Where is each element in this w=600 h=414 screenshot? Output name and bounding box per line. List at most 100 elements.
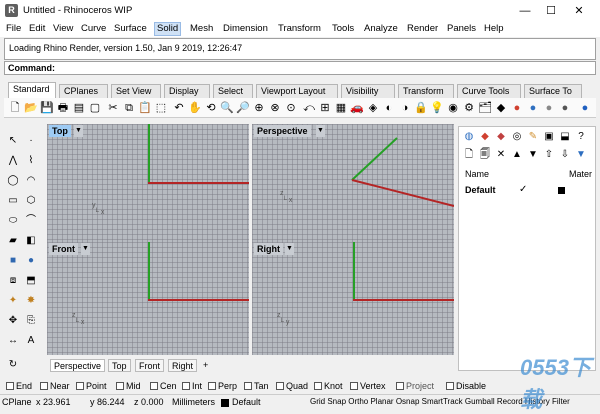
tab-viewport-layout[interactable]: Viewport Layout: [256, 84, 338, 98]
analyze-icon[interactable]: ↻: [6, 358, 20, 372]
rendered-view-icon[interactable]: ◑: [398, 101, 412, 115]
render-options-icon[interactable]: ⚙: [462, 101, 476, 115]
viewport-right[interactable]: Right ▼ z └ y: [252, 242, 454, 355]
zoom-extents-icon[interactable]: ⊕: [252, 101, 266, 115]
help-icon[interactable]: ●: [578, 101, 592, 115]
move-up-parent-icon[interactable]: ⇧: [543, 149, 555, 161]
osnap-project[interactable]: Project: [396, 381, 434, 391]
osnap-knot[interactable]: Knot: [314, 381, 343, 391]
tab-visibility[interactable]: Visibility: [341, 84, 395, 98]
osnap-mid[interactable]: Mid: [116, 381, 141, 391]
osnap-perp[interactable]: Perp: [208, 381, 237, 391]
polyline-icon[interactable]: ⋀: [6, 154, 20, 168]
text-tool-icon[interactable]: A: [24, 334, 38, 348]
tab-standard[interactable]: Standard: [8, 82, 56, 98]
menu-transform[interactable]: Transform: [277, 23, 322, 34]
viewport-front[interactable]: Front ▼ z └ x: [47, 242, 249, 355]
zoom-icon[interactable]: 🔍: [220, 101, 234, 115]
menu-render[interactable]: Render: [406, 23, 439, 34]
move-icon[interactable]: ✥: [6, 314, 20, 328]
viewport-perspective[interactable]: Perspective ▼ z └ x: [252, 124, 454, 242]
undo-view-icon[interactable]: ⤺: [302, 101, 316, 115]
environment-icon[interactable]: ●: [526, 101, 540, 115]
menu-curve[interactable]: Curve: [80, 23, 107, 34]
cut-icon[interactable]: ✂: [106, 101, 120, 115]
arc-icon[interactable]: ◠: [24, 174, 38, 188]
help-panel-icon[interactable]: ?: [575, 131, 587, 143]
material-icon[interactable]: ◆: [494, 101, 508, 115]
copy-tool-icon[interactable]: ⎘: [24, 314, 38, 328]
grey-sphere-icon[interactable]: ●: [558, 101, 572, 115]
move-down-parent-icon[interactable]: ⇩: [559, 149, 571, 161]
import-icon[interactable]: ▤: [72, 101, 86, 115]
current-layer-check-icon[interactable]: ✓: [519, 184, 527, 195]
tab-curve-tools[interactable]: Curve Tools: [457, 84, 521, 98]
libraries-icon[interactable]: ▣: [543, 131, 555, 143]
rotate-view-icon[interactable]: ⟲: [204, 101, 218, 115]
sphere-solid-icon[interactable]: ●: [24, 254, 38, 268]
box-solid-icon[interactable]: ■: [6, 254, 20, 268]
menu-panels[interactable]: Panels: [446, 23, 477, 34]
zoom-all-icon[interactable]: ⊙: [284, 101, 298, 115]
osnap-cen[interactable]: Cen: [150, 381, 177, 391]
menu-view[interactable]: View: [52, 23, 74, 34]
ellipse-icon[interactable]: ⬭: [6, 214, 20, 228]
new-file-icon[interactable]: 🗋: [8, 101, 22, 115]
materials-icon[interactable]: ◆: [495, 131, 507, 143]
pan-hand-icon[interactable]: ✋: [188, 101, 202, 115]
paste-icon[interactable]: 📋: [138, 101, 152, 115]
osnap-quad[interactable]: Quad: [276, 381, 308, 391]
chevron-down-icon[interactable]: ▼: [81, 243, 90, 255]
command-prompt[interactable]: Command:: [4, 61, 596, 75]
curve-icon[interactable]: ⌇: [24, 154, 38, 168]
minimize-button[interactable]: —: [512, 2, 538, 20]
menu-analyze[interactable]: Analyze: [363, 23, 399, 34]
osnap-disable[interactable]: Disable: [446, 381, 486, 391]
copy-doc-icon[interactable]: ▢: [88, 101, 102, 115]
cube-icon[interactable]: ⬚: [154, 101, 168, 115]
tab-viewport-front[interactable]: Front: [135, 359, 165, 372]
maximize-button[interactable]: ☐: [538, 2, 564, 20]
layer-row-default[interactable]: Default: [465, 185, 496, 195]
osnap-int[interactable]: Int: [182, 381, 202, 391]
tab-transform[interactable]: Transform: [398, 84, 454, 98]
shaded-view-icon[interactable]: ◐: [382, 101, 396, 115]
menu-help[interactable]: Help: [483, 23, 505, 34]
menu-file[interactable]: File: [5, 23, 22, 34]
new-sublayer-icon[interactable]: 🗐: [479, 149, 491, 161]
tab-surface-tools[interactable]: Surface To: [524, 84, 582, 98]
display-icon[interactable]: ⬓: [559, 131, 571, 143]
extrude-icon[interactable]: ⬒: [24, 274, 38, 288]
menu-edit[interactable]: Edit: [28, 23, 46, 34]
boolean-icon[interactable]: ✦: [6, 294, 20, 308]
filter-icon[interactable]: ▼: [575, 149, 587, 161]
menu-surface[interactable]: Surface: [113, 23, 148, 34]
zoom-selected-icon[interactable]: ⊗: [268, 101, 282, 115]
surface-icon[interactable]: ▰: [6, 234, 20, 248]
viewport-right-title[interactable]: Right: [254, 243, 283, 255]
rectangle-icon[interactable]: ▭: [6, 194, 20, 208]
tab-cplanes[interactable]: CPlanes: [59, 84, 108, 98]
layers-icon[interactable]: 🗂: [478, 101, 492, 115]
copy-icon[interactable]: ⧉: [122, 101, 136, 115]
save-icon[interactable]: 💾: [40, 101, 54, 115]
four-view-icon[interactable]: ⊞: [318, 101, 332, 115]
viewport-top-title[interactable]: Top: [49, 125, 71, 137]
menu-tools[interactable]: Tools: [331, 23, 355, 34]
lights-icon[interactable]: ✎: [527, 131, 539, 143]
zoom-window-icon[interactable]: 🔎: [236, 101, 250, 115]
select-arrow-icon[interactable]: ↖: [6, 134, 20, 148]
osnap-point[interactable]: Point: [76, 381, 107, 391]
chevron-down-icon[interactable]: ▼: [285, 243, 294, 255]
menu-mesh[interactable]: Mesh: [189, 23, 214, 34]
osnap-end[interactable]: End: [6, 381, 32, 391]
menu-dimension[interactable]: Dimension: [222, 23, 269, 34]
render-icon[interactable]: ◉: [446, 101, 460, 115]
chevron-down-icon[interactable]: ▼: [74, 125, 83, 137]
polygon-icon[interactable]: ⬡: [24, 194, 38, 208]
viewport-front-title[interactable]: Front: [49, 243, 78, 255]
menu-solid[interactable]: Solid: [154, 22, 182, 36]
loft-icon[interactable]: ◧: [24, 234, 38, 248]
select-car-icon[interactable]: 🚗: [350, 101, 364, 115]
fillet-icon[interactable]: ⌒: [24, 214, 38, 228]
